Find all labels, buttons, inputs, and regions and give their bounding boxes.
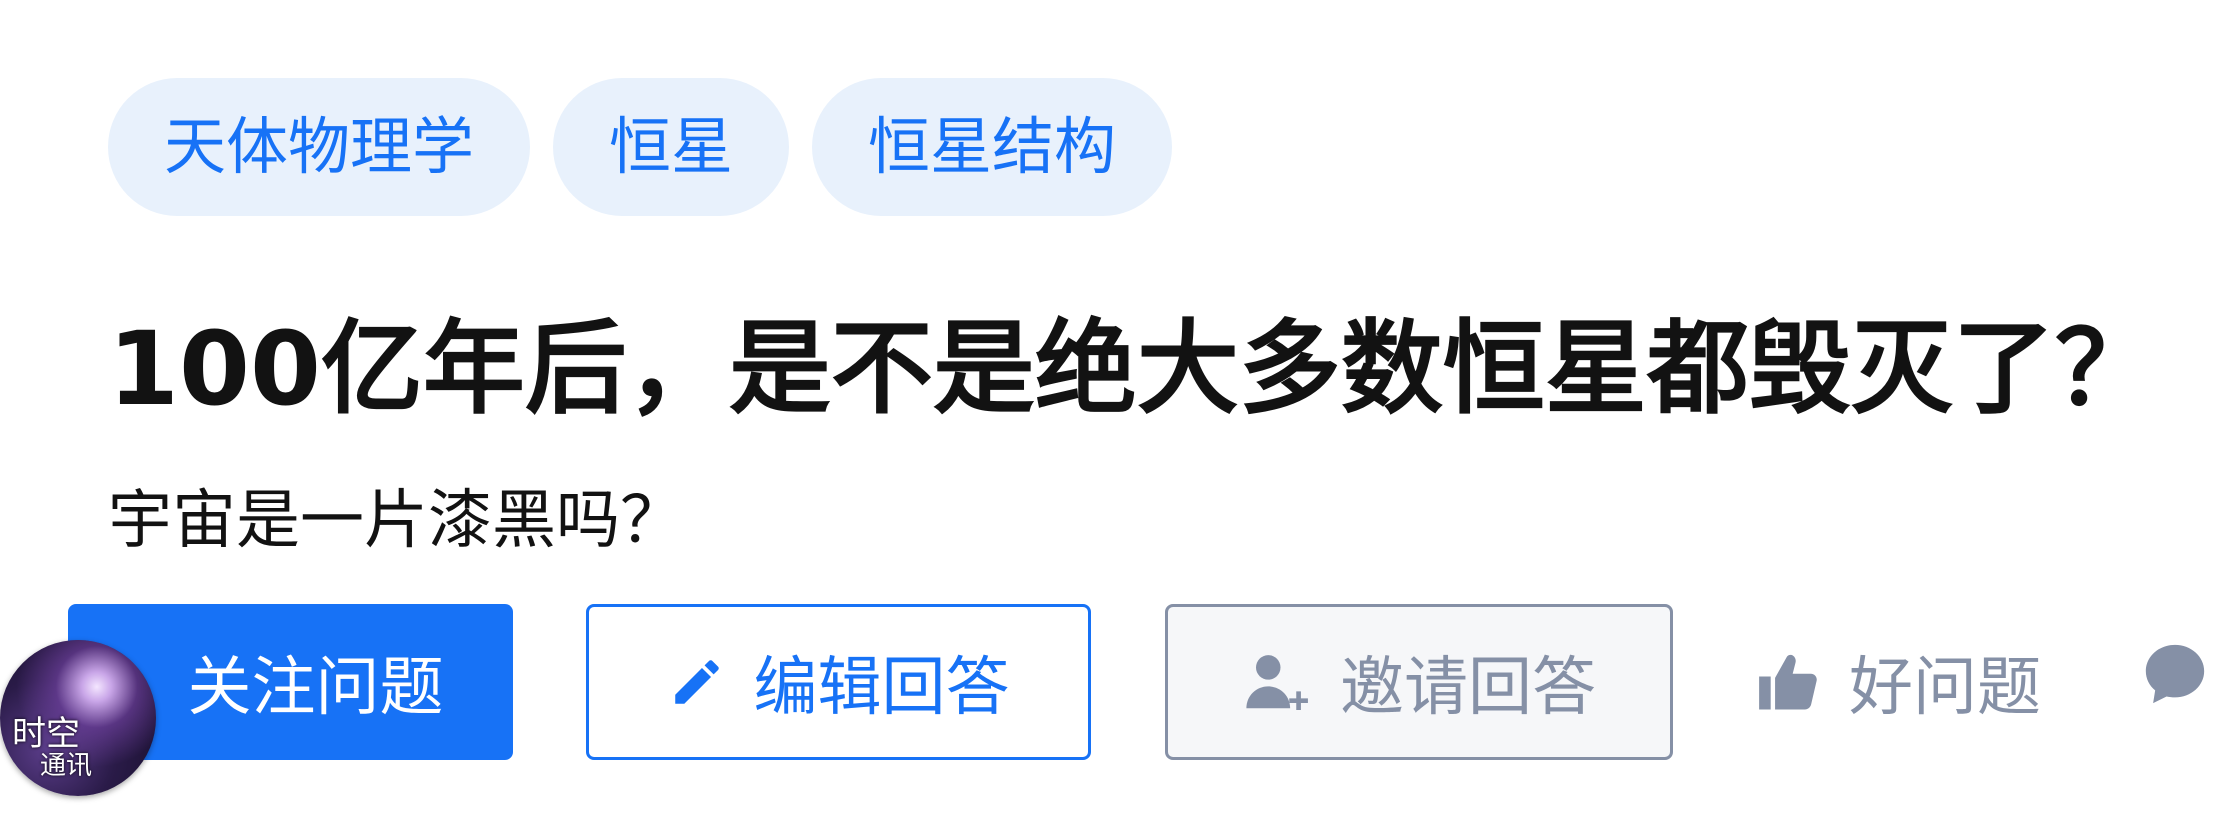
question-detail: 宇宙是一片漆黑吗？ xyxy=(108,484,684,558)
question-actions: 关注问题 编辑回答 邀请回答 好问题 xyxy=(0,604,2222,760)
good-question-button[interactable]: 好问题 xyxy=(1755,604,2055,760)
edit-answer-button[interactable]: 编辑回答 xyxy=(586,604,1091,760)
topic-tag[interactable]: 恒星结构 xyxy=(812,78,1173,216)
topic-tag[interactable]: 恒星 xyxy=(553,78,790,216)
topic-tags: 天体物理学 恒星 恒星结构 xyxy=(108,78,1173,216)
avatar-logo-text: 时空 xyxy=(12,714,80,754)
avatar[interactable]: 时空 通讯 xyxy=(0,640,156,796)
add-user-icon xyxy=(1242,647,1312,717)
avatar-logo-subtext: 通讯 xyxy=(40,751,93,781)
thumbs-up-icon xyxy=(1755,649,1821,715)
follow-question-label: 关注问题 xyxy=(187,651,444,725)
comment-button[interactable] xyxy=(2140,604,2222,760)
topic-tag[interactable]: 天体物理学 xyxy=(108,78,531,216)
invite-answer-label: 邀请回答 xyxy=(1340,651,1596,725)
comment-bubble-icon xyxy=(2140,639,2210,725)
good-question-label: 好问题 xyxy=(1849,651,2041,725)
edit-answer-label: 编辑回答 xyxy=(753,651,1010,725)
question-title: 100亿年后，是不是绝大多数恒星都毁灭了？ xyxy=(108,310,2157,429)
pencil-icon xyxy=(668,653,726,711)
invite-answer-button[interactable]: 邀请回答 xyxy=(1165,604,1673,760)
